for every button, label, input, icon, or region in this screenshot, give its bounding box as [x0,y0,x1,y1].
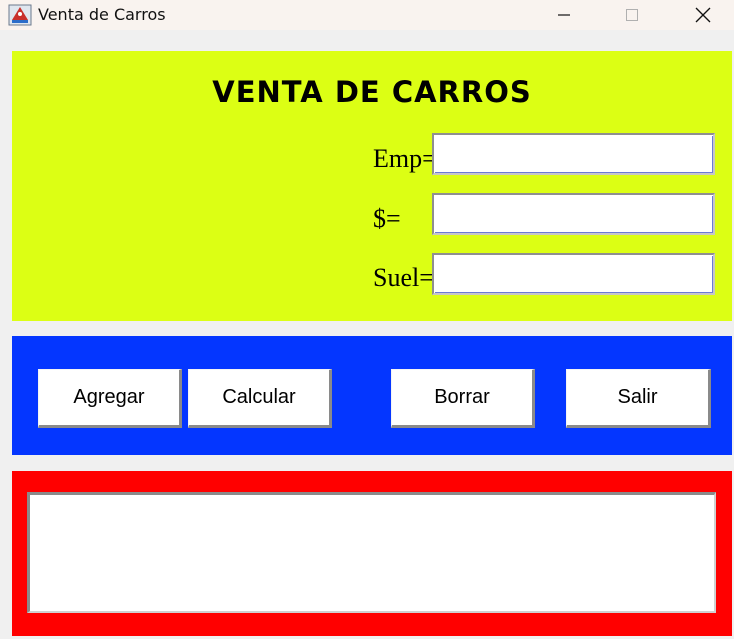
salir-button[interactable]: Salir [566,369,711,428]
close-button[interactable] [680,0,726,30]
agregar-button[interactable]: Agregar [38,369,182,428]
emp-field[interactable] [432,133,715,175]
output-panel [12,471,732,636]
minimize-icon [558,14,570,16]
minimize-button[interactable] [541,0,587,30]
calcular-button[interactable]: Calcular [188,369,332,428]
page-title: VENTA DE CARROS [212,75,532,109]
emp-label: Emp= [373,144,437,173]
maximize-icon [626,9,638,21]
price-field[interactable] [432,193,715,235]
close-icon [695,7,711,23]
price-label: $= [373,204,401,233]
salary-field[interactable] [432,253,715,295]
window-title: Venta de Carros [38,5,166,24]
salary-label: Suel= [373,263,434,292]
header-panel: VENTA DE CARROS Emp= $= Suel= [12,51,732,321]
java-app-icon [8,4,32,26]
borrar-button[interactable]: Borrar [391,369,535,428]
title-bar: Venta de Carros [0,0,734,30]
maximize-button[interactable] [609,0,655,30]
button-panel: Agregar Calcular Borrar Salir [12,336,732,455]
output-textarea[interactable] [27,492,716,613]
